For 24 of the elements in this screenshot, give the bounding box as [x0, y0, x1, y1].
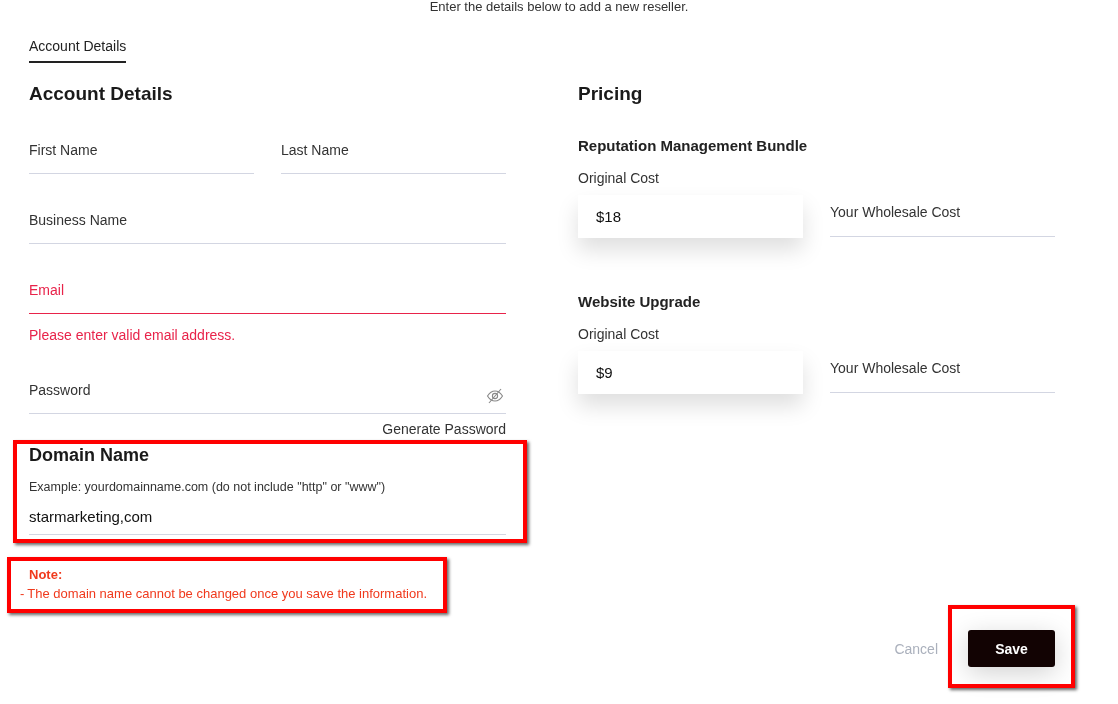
product-name: Reputation Management Bundle	[578, 136, 809, 156]
input-field[interactable]: Email	[29, 270, 506, 314]
field-label: Original Cost	[578, 325, 659, 343]
note-text: The domain name cannot be changed once you save the information.	[27, 585, 427, 602]
domain-field[interactable]: starmarketing,com	[29, 499, 506, 535]
hide-password-icon[interactable]	[486, 388, 504, 404]
field-label: Original Cost	[578, 169, 659, 187]
note-title: Note:	[29, 566, 63, 583]
tab[interactable]: Account Details	[29, 38, 127, 63]
bullet-mark: -	[20, 585, 25, 602]
section-heading: Domain Name	[29, 444, 150, 466]
section-heading: Pricing	[578, 82, 643, 106]
error-message: Please enter valid email address.	[29, 326, 236, 344]
original-cost-field[interactable]: $18	[578, 195, 803, 238]
generate-password-link[interactable]: Generate Password	[382, 420, 506, 438]
section-heading: Account Details	[29, 82, 173, 106]
save-button[interactable]: Save	[968, 630, 1055, 667]
wholesale-cost-field[interactable]: Your Wholesale Cost	[830, 349, 1055, 393]
password-field[interactable]: Password	[29, 370, 506, 414]
product-name: Website Upgrade	[578, 292, 702, 312]
page-subtitle: Enter the details below to add a new reseller.	[429, 0, 689, 14]
wholesale-cost-field[interactable]: Your Wholesale Cost	[830, 193, 1055, 237]
field-hint: Example: yourdomainname.com (do not include "http" or "www")	[29, 479, 386, 495]
original-cost-field[interactable]: $9	[578, 351, 803, 394]
